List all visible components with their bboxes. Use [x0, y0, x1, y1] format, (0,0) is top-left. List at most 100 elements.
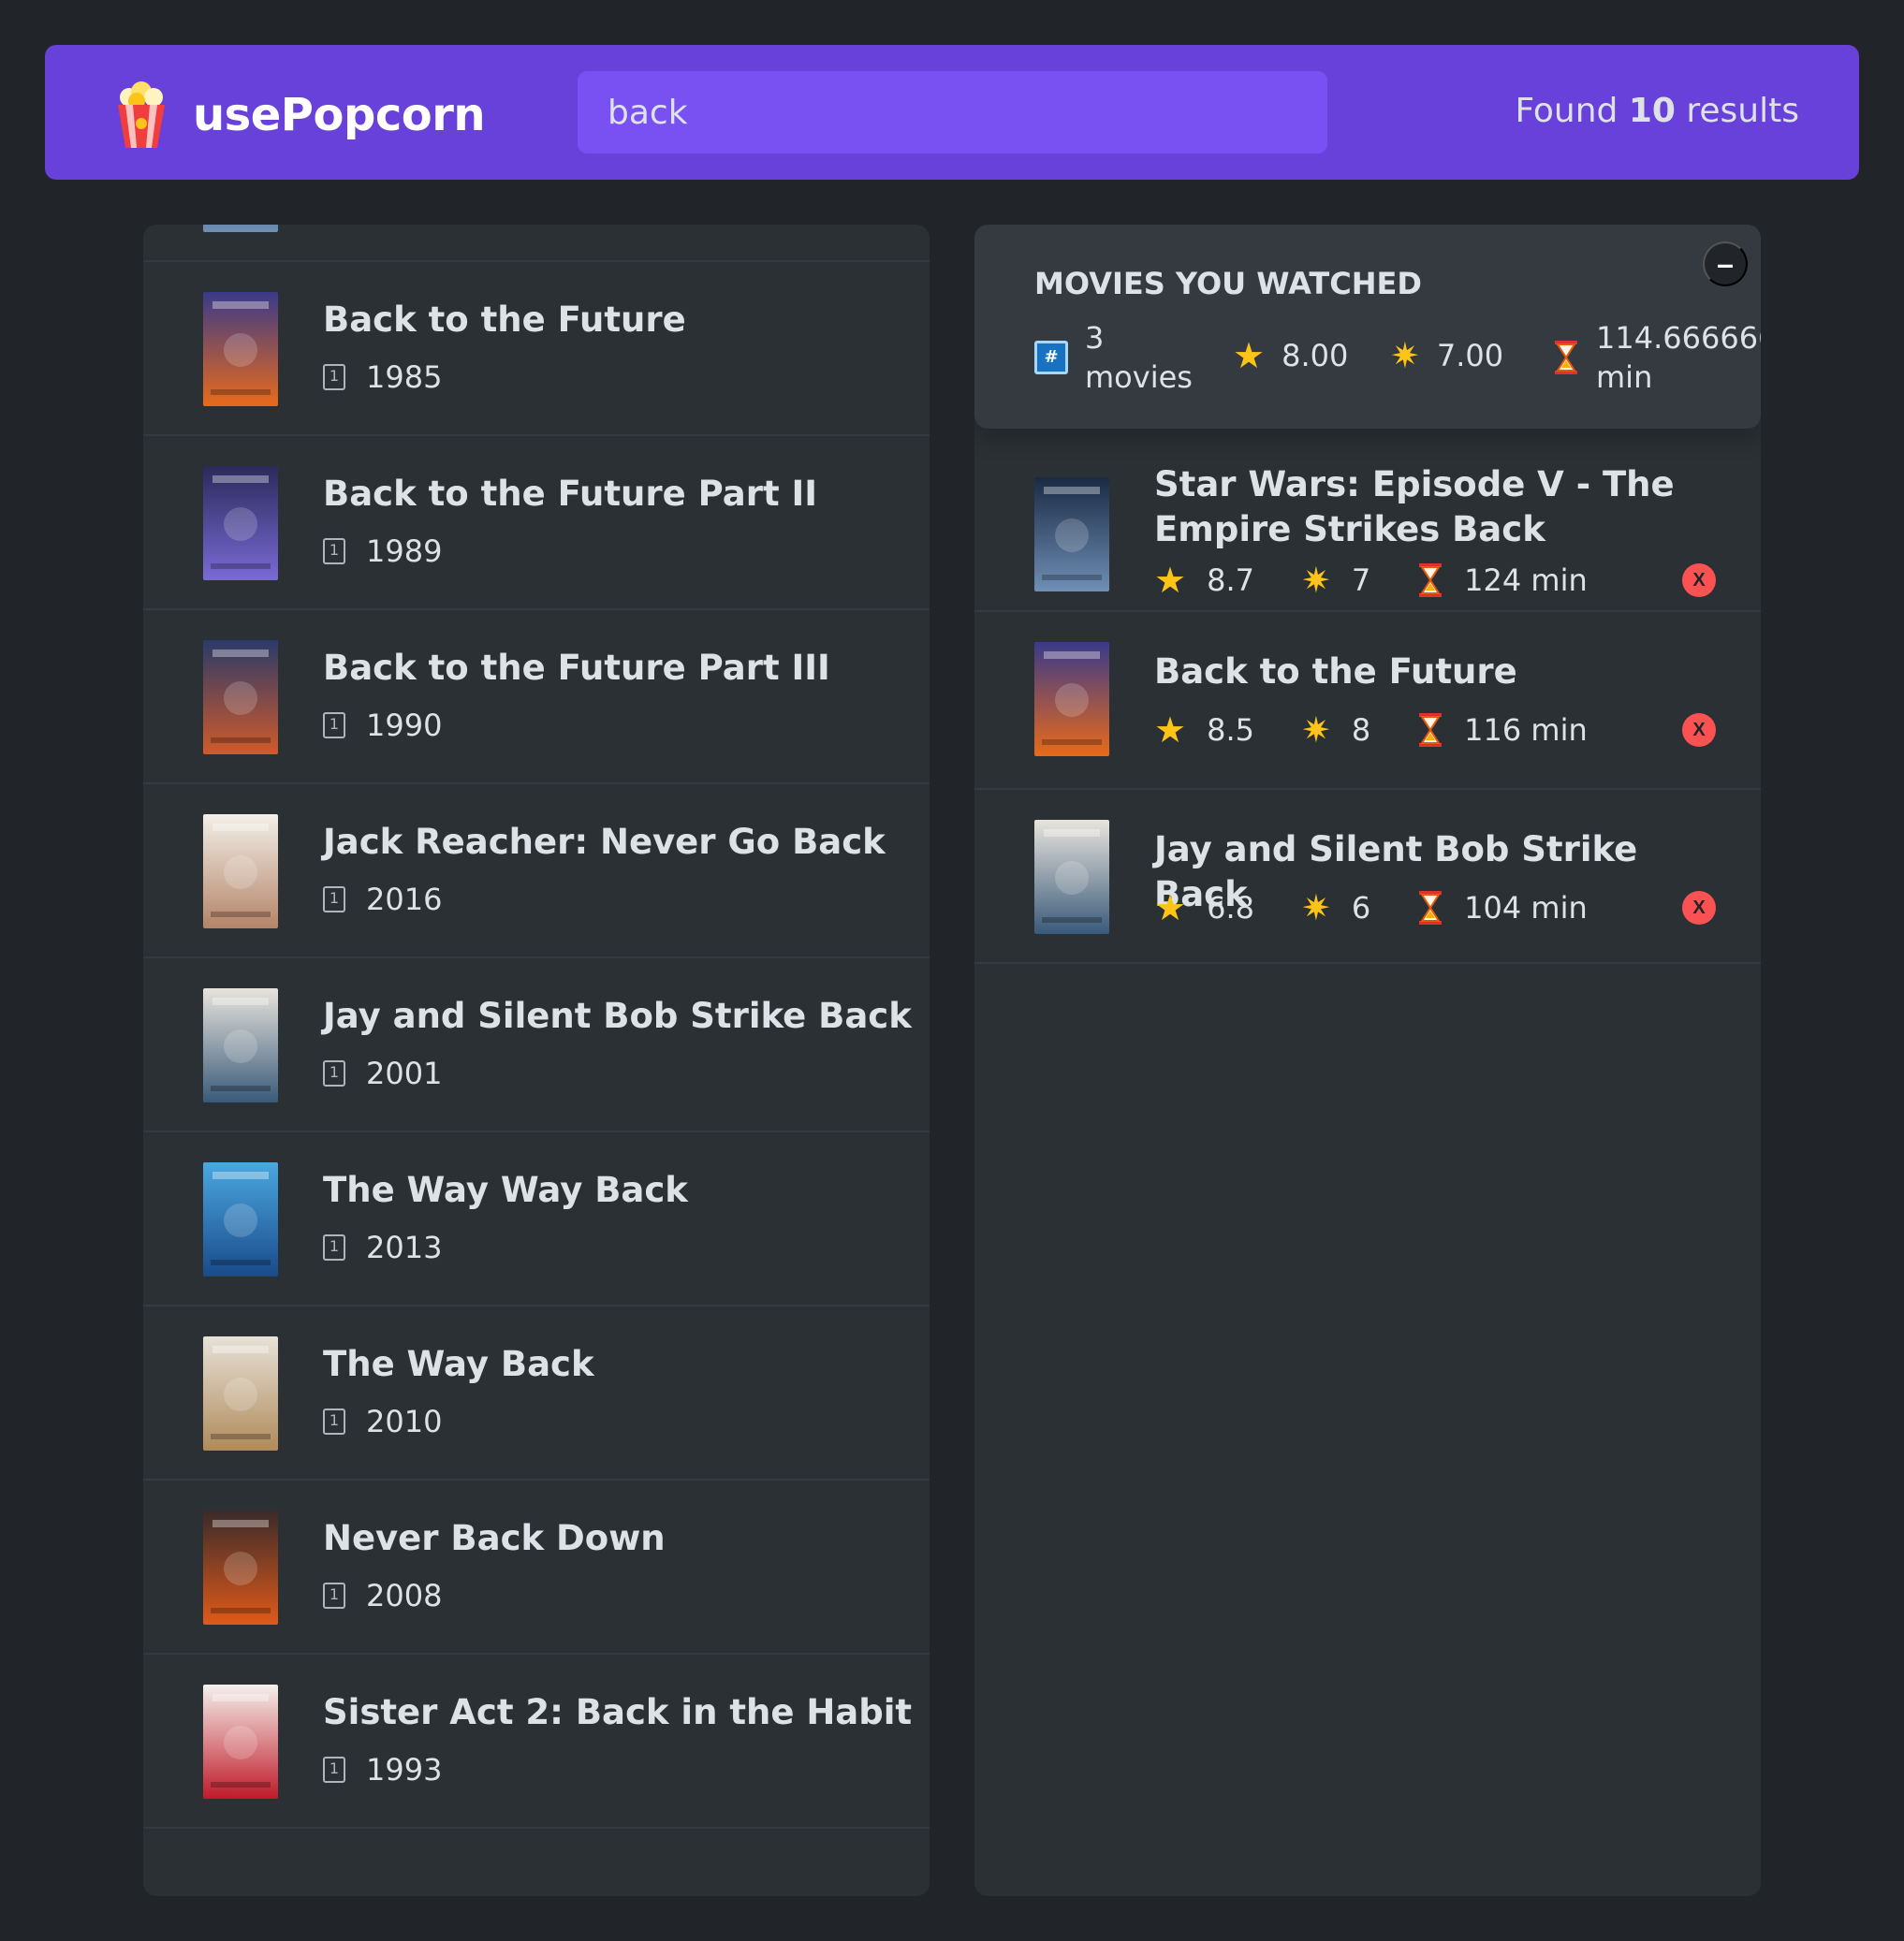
movie-list-item[interactable]: Sister Act 2: Back in the Habit 1 1993: [143, 1655, 930, 1829]
results-suffix: results: [1675, 92, 1799, 130]
movie-list-item[interactable]: Back to the Future Part III 1 1990: [143, 610, 930, 784]
hourglass-icon: [1419, 891, 1443, 925]
runtime: 116 min: [1417, 712, 1588, 748]
movie-list-item[interactable]: Star Wars: Episode V - The Empire Strike…: [143, 225, 930, 262]
year-value: 1993: [366, 1752, 443, 1788]
stat-count: # 3 movies: [1034, 318, 1193, 397]
stat-avg-runtime: 114.6666666 min: [1553, 318, 1761, 397]
results-count-text: Found 10 results: [1515, 92, 1799, 130]
watched-title: Star Wars: Episode V - The Empire Strike…: [1154, 464, 1675, 549]
watched-poster: [1034, 477, 1109, 591]
glowing-star-icon: ✷: [1390, 335, 1420, 376]
user-rating-value: 8: [1351, 712, 1371, 748]
movie-year: 1 2010: [323, 1404, 442, 1439]
movie-list-item[interactable]: Jack Reacher: Never Go Back 1 2016: [143, 784, 930, 958]
watched-summary: Movies you watched # 3 movies ★ 8.00 ✷ 7…: [974, 225, 1761, 429]
imdb-rating: ★ 8.5: [1154, 709, 1254, 751]
top-nav: usePopcorn Found 10 results: [45, 45, 1859, 180]
movie-year: 1 1989: [323, 533, 442, 569]
star-icon: ★: [1154, 560, 1187, 601]
movie-poster: [203, 1510, 278, 1625]
calendar-icon: 1: [323, 1234, 345, 1261]
summary-title: Movies you watched: [1034, 266, 1422, 301]
logo: usePopcorn: [110, 80, 486, 150]
results-number: 10: [1628, 92, 1676, 130]
movie-title: Never Back Down: [323, 1518, 666, 1558]
count-number: 3: [1085, 320, 1105, 356]
movie-list: Star Wars: Episode V - The Empire Strike…: [143, 225, 930, 1829]
watched-stats: ★ 6.8 ✷ 6 104 min: [1154, 887, 1634, 928]
movie-list-item[interactable]: Jay and Silent Bob Strike Back 1 2001: [143, 958, 930, 1132]
runtime: 104 min: [1417, 890, 1588, 926]
movie-title: Back to the Future: [323, 299, 686, 340]
movie-poster: [203, 1336, 278, 1451]
movie-title: The Way Back: [323, 1344, 594, 1384]
imdb-rating: ★ 8.7: [1154, 560, 1254, 601]
calendar-icon: 1: [323, 712, 345, 738]
year-value: 2008: [366, 1578, 443, 1613]
avg-user-rating: 7.00: [1436, 338, 1504, 373]
star-icon: ★: [1154, 887, 1187, 928]
movie-list-item[interactable]: Back to the Future Part II 1 1989: [143, 436, 930, 610]
calendar-icon: 1: [323, 1757, 345, 1783]
toggle-collapse-button[interactable]: –: [1703, 241, 1748, 286]
popcorn-icon: [118, 81, 165, 148]
user-rating-value: 7: [1351, 562, 1371, 598]
imdb-value: 8.5: [1207, 712, 1254, 748]
user-rating-value: 6: [1351, 890, 1371, 926]
search-input[interactable]: [578, 71, 1327, 153]
brand-name: usePopcorn: [193, 89, 486, 141]
count-unit: movies: [1085, 359, 1193, 395]
movie-poster: [203, 814, 278, 928]
hourglass-icon: [1419, 563, 1443, 597]
hourglass-icon: [1419, 713, 1443, 747]
movie-year: 1 2013: [323, 1230, 442, 1265]
movie-list-item[interactable]: The Way Way Back 1 2013: [143, 1132, 930, 1306]
movie-year: 1 1993: [323, 1752, 442, 1788]
hourglass-icon: [1555, 341, 1577, 374]
movie-title: Jack Reacher: Never Go Back: [323, 822, 886, 862]
runtime-value: 124 min: [1464, 562, 1588, 598]
watched-stats: ★ 8.7 ✷ 7 124 min: [1154, 560, 1634, 601]
delete-button[interactable]: X: [1682, 713, 1716, 747]
results-prefix: Found: [1515, 92, 1629, 130]
movie-title: Jay and Silent Bob Strike Back: [323, 996, 912, 1036]
delete-button[interactable]: X: [1682, 891, 1716, 925]
imdb-rating: ★ 6.8: [1154, 887, 1254, 928]
avg-runtime-unit: min: [1596, 359, 1653, 395]
glowing-star-icon: ✷: [1300, 560, 1331, 601]
movie-poster: [203, 225, 278, 232]
avg-imdb-rating: 8.00: [1282, 338, 1349, 373]
avg-runtime-number: 114.6666666: [1596, 320, 1761, 356]
user-rating: ✷ 6: [1301, 887, 1370, 928]
year-value: 2016: [366, 882, 443, 917]
movie-poster: [203, 988, 278, 1102]
imdb-value: 8.7: [1207, 562, 1254, 598]
watched-movie-item: Jay and Silent Bob Strike Back ★ 6.8 ✷ 6 104 …: [974, 790, 1761, 964]
movie-poster: [203, 1162, 278, 1277]
calendar-icon: 1: [323, 1408, 345, 1435]
calendar-icon: 1: [323, 886, 345, 912]
watched-title: Back to the Future: [1154, 651, 1517, 692]
search-results-box[interactable]: Star Wars: Episode V - The Empire Strike…: [143, 225, 930, 1896]
movie-title: Sister Act 2: Back in the Habit: [323, 1692, 913, 1732]
watched-poster: [1034, 820, 1109, 934]
calendar-icon: 1: [323, 538, 345, 564]
watched-movie-item: Back to the Future ★ 8.5 ✷ 8 116 min X: [974, 612, 1761, 790]
movie-year: 1 2008: [323, 1578, 442, 1613]
movie-list-item[interactable]: The Way Back 1 2010: [143, 1306, 930, 1481]
glowing-star-icon: ✷: [1300, 709, 1331, 751]
user-rating: ✷ 8: [1301, 709, 1370, 751]
star-icon: ★: [1154, 709, 1187, 751]
hash-icon: #: [1034, 341, 1068, 374]
calendar-icon: 1: [323, 1583, 345, 1609]
movie-poster: [203, 292, 278, 406]
runtime: 124 min: [1417, 562, 1588, 598]
movie-poster: [203, 640, 278, 754]
movie-poster: [203, 1685, 278, 1799]
movie-list-item[interactable]: Back to the Future 1 1985: [143, 262, 930, 436]
watched-box: Movies you watched # 3 movies ★ 8.00 ✷ 7…: [974, 225, 1761, 1896]
stat-avg-user: ✷ 7.00: [1390, 335, 1503, 376]
movie-list-item[interactable]: Never Back Down 1 2008: [143, 1481, 930, 1655]
delete-button[interactable]: X: [1682, 563, 1716, 597]
